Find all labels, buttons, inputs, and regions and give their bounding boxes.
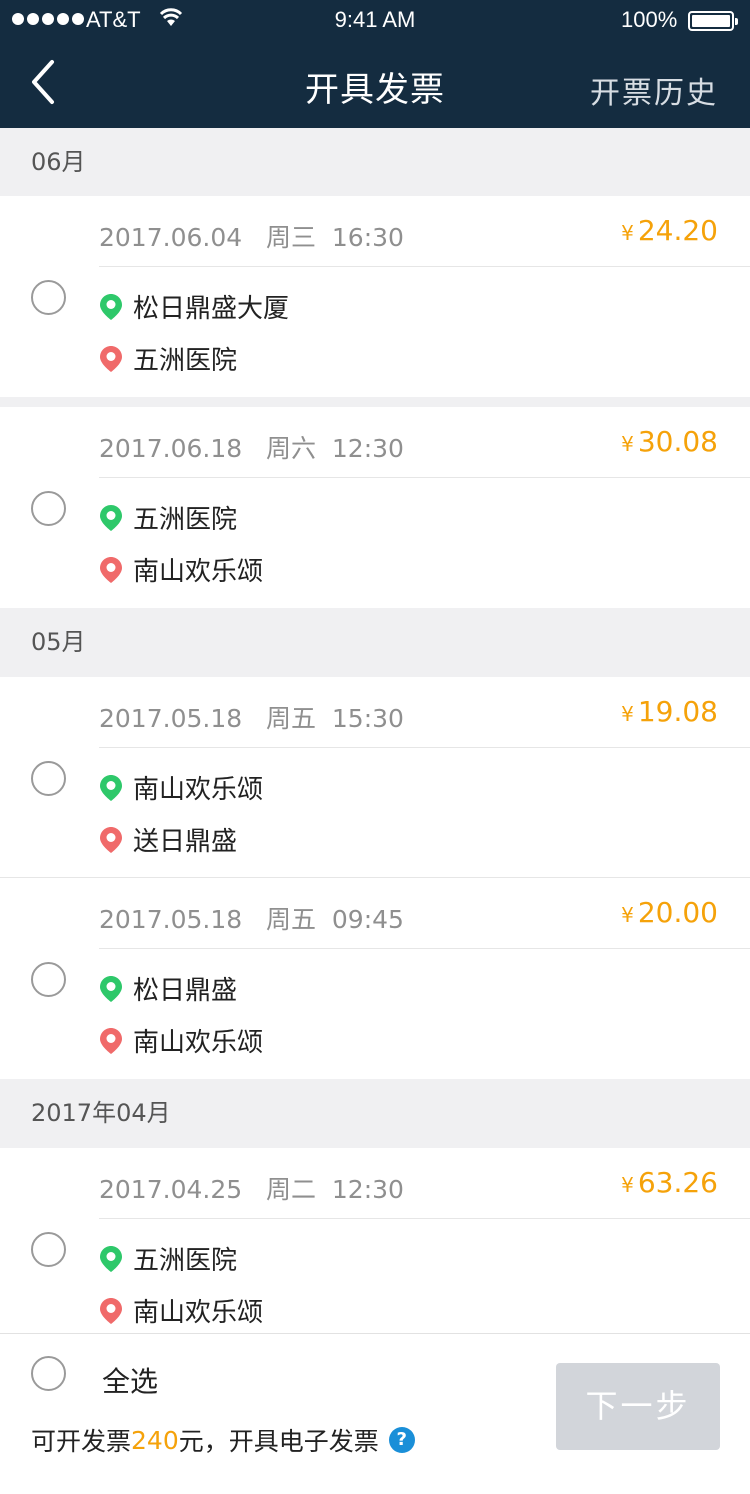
divider <box>99 747 750 748</box>
divider <box>99 1218 750 1219</box>
trip-time: 12:30 <box>331 1175 404 1204</box>
trip-origin: 五洲医院 <box>99 1240 237 1277</box>
trip-amount: 20.00 <box>637 896 718 929</box>
trip-datetime: 2017.06.04 周三 16:30 <box>99 218 404 254</box>
destination-label: 送日鼎盛 <box>133 827 238 857</box>
trip-date: 2017.04.25 <box>99 1175 243 1204</box>
trip-time: 15:30 <box>331 704 404 733</box>
destination-pin-icon <box>100 556 122 583</box>
divider <box>99 477 750 478</box>
trip-weekday: 周五 <box>265 905 316 934</box>
origin-label: 南山欢乐颂 <box>133 775 264 805</box>
trip-origin: 松日鼎盛大厦 <box>99 288 289 325</box>
trip-time: 09:45 <box>331 905 404 934</box>
trip-card[interactable]: 2017.06.18 周六 12:30 ¥30.08 五洲医院 南山欢乐颂 <box>0 407 750 608</box>
trip-date: 2017.05.18 <box>99 704 243 733</box>
destination-pin-icon <box>100 826 122 853</box>
select-all-radio[interactable] <box>31 1356 66 1391</box>
destination-pin-icon <box>100 1027 122 1054</box>
currency-symbol: ¥ <box>621 1173 634 1197</box>
destination-pin-icon <box>100 1297 122 1324</box>
trip-origin: 五洲医院 <box>99 499 237 536</box>
trip-weekday: 周三 <box>265 223 316 252</box>
currency-symbol: ¥ <box>621 221 634 245</box>
trip-amount: 19.08 <box>637 695 718 728</box>
currency-symbol: ¥ <box>621 903 634 927</box>
currency-symbol: ¥ <box>621 702 634 726</box>
invoice-amount-note: 可开发票 240 元，开具电子发票 ? <box>31 1422 415 1458</box>
origin-label: 松日鼎盛大厦 <box>133 294 290 324</box>
note-suffix: 元，开具电子发票 <box>178 1427 379 1456</box>
destination-label: 五洲医院 <box>133 346 238 376</box>
destination-pin-icon <box>100 345 122 372</box>
battery-percentage: 100% <box>621 7 678 32</box>
origin-label: 五洲医院 <box>133 505 238 535</box>
trip-amount: 63.26 <box>637 1166 718 1199</box>
trip-price: ¥20.00 <box>621 896 718 929</box>
destination-label: 南山欢乐颂 <box>133 557 264 587</box>
trip-price: ¥19.08 <box>621 695 718 728</box>
trip-origin: 南山欢乐颂 <box>99 769 263 806</box>
trip-select-radio[interactable] <box>31 491 66 526</box>
select-all-label[interactable]: 全选 <box>102 1360 158 1400</box>
month-header: 06月 <box>0 128 750 196</box>
trip-select-radio[interactable] <box>31 962 66 997</box>
divider <box>99 266 750 267</box>
bottom-action-bar: 全选 可开发票 240 元，开具电子发票 ? 下一步 <box>0 1333 750 1494</box>
trip-amount: 24.20 <box>637 214 718 247</box>
currency-symbol: ¥ <box>621 432 634 456</box>
trip-time: 12:30 <box>331 434 404 463</box>
trip-card[interactable]: 2017.05.18 周五 15:30 ¥19.08 南山欢乐颂 送日鼎盛 <box>0 677 750 878</box>
trip-date: 2017.05.18 <box>99 905 243 934</box>
trip-destination: 送日鼎盛 <box>99 821 237 858</box>
trip-weekday: 周二 <box>265 1175 316 1204</box>
origin-pin-icon <box>100 293 122 320</box>
origin-label: 五洲医院 <box>133 1246 238 1276</box>
trip-price: ¥24.20 <box>621 214 718 247</box>
origin-pin-icon <box>100 774 122 801</box>
trip-weekday: 周六 <box>265 434 316 463</box>
trip-card[interactable]: 2017.06.04 周三 16:30 ¥24.20 松日鼎盛大厦 五洲医院 <box>0 196 750 397</box>
trip-card[interactable]: 2017.04.25 周二 12:30 ¥63.26 五洲医院 南山欢乐颂 <box>0 1148 750 1349</box>
destination-label: 南山欢乐颂 <box>133 1028 264 1058</box>
origin-pin-icon <box>100 975 122 1002</box>
month-header: 05月 <box>0 608 750 676</box>
month-header: 2017年04月 <box>0 1079 750 1147</box>
trip-select-radio[interactable] <box>31 761 66 796</box>
trip-card[interactable]: 2017.05.18 周五 09:45 ¥20.00 松日鼎盛 南山欢乐颂 <box>0 878 750 1079</box>
trip-destination: 五洲医院 <box>99 340 237 377</box>
trip-select-radio[interactable] <box>31 280 66 315</box>
top-bar: AT&T 9:41 AM 100% 开具发票 开票历史 <box>0 0 750 128</box>
trip-destination: 南山欢乐颂 <box>99 1292 263 1329</box>
trip-origin: 松日鼎盛 <box>99 970 237 1007</box>
help-icon[interactable]: ? <box>388 1427 415 1453</box>
battery-icon <box>688 11 738 31</box>
trip-datetime: 2017.05.18 周五 15:30 <box>99 699 404 735</box>
trip-destination: 南山欢乐颂 <box>99 551 263 588</box>
trip-weekday: 周五 <box>265 704 316 733</box>
trip-datetime: 2017.04.25 周二 12:30 <box>99 1170 404 1206</box>
trip-price: ¥30.08 <box>621 425 718 458</box>
trip-destination: 南山欢乐颂 <box>99 1022 263 1059</box>
next-step-button[interactable]: 下一步 <box>556 1363 720 1450</box>
destination-label: 南山欢乐颂 <box>133 1298 264 1328</box>
invoice-history-link[interactable]: 开票历史 <box>590 68 718 112</box>
trip-select-radio[interactable] <box>31 1232 66 1267</box>
origin-pin-icon <box>100 504 122 531</box>
trip-price: ¥63.26 <box>621 1166 718 1199</box>
status-bar: AT&T 9:41 AM 100% <box>0 0 750 40</box>
trip-date: 2017.06.04 <box>99 223 243 252</box>
trip-amount: 30.08 <box>637 425 718 458</box>
card-separator <box>0 397 750 407</box>
note-prefix: 可开发票 <box>31 1427 132 1456</box>
origin-label: 松日鼎盛 <box>133 976 238 1006</box>
trip-date: 2017.06.18 <box>99 434 243 463</box>
trip-datetime: 2017.06.18 周六 12:30 <box>99 429 404 465</box>
trip-time: 16:30 <box>331 223 404 252</box>
invoice-amount: 240 <box>131 1425 179 1455</box>
trip-datetime: 2017.05.18 周五 09:45 <box>99 900 404 936</box>
origin-pin-icon <box>100 1245 122 1272</box>
divider <box>99 948 750 949</box>
